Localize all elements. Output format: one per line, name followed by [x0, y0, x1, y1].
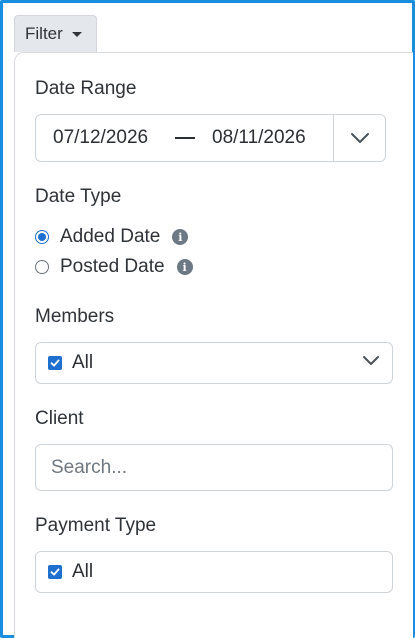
members-select[interactable]: All: [35, 342, 393, 384]
payment-type-selected-value: All: [72, 561, 94, 582]
date-range-separator: [175, 137, 195, 139]
checkmark-icon: [50, 359, 60, 367]
filter-button[interactable]: Filter: [14, 15, 97, 52]
client-search-input[interactable]: [35, 444, 393, 491]
checkmark-icon: [50, 568, 60, 576]
chevron-down-icon: [363, 356, 379, 365]
members-selected-value: All: [72, 352, 94, 373]
members-checkbox[interactable]: [48, 356, 62, 370]
date-range-toggle-button[interactable]: [333, 115, 385, 161]
filter-button-label: Filter: [25, 24, 63, 43]
info-icon[interactable]: i: [176, 259, 193, 275]
payment-type-select[interactable]: All: [35, 551, 393, 593]
date-type-label: Date Type: [35, 186, 122, 207]
date-type-option-added[interactable]: Added Date i: [35, 226, 189, 248]
date-range-picker[interactable]: 07/12/2026 08/11/2026: [35, 114, 386, 162]
radio-added-date[interactable]: [35, 230, 49, 244]
radio-added-date-label: Added Date: [60, 226, 161, 247]
chevron-down-icon: [350, 133, 369, 143]
date-range-label: Date Range: [35, 78, 137, 99]
payment-type-checkbox[interactable]: [48, 565, 62, 579]
info-icon[interactable]: i: [172, 229, 189, 245]
date-range-end[interactable]: 08/11/2026: [212, 127, 306, 149]
caret-down-icon: [71, 31, 82, 37]
radio-posted-date[interactable]: [35, 260, 49, 274]
payment-type-label: Payment Type: [35, 515, 157, 536]
client-label: Client: [35, 408, 84, 429]
date-range-start[interactable]: 07/12/2026: [53, 127, 148, 149]
date-type-option-posted[interactable]: Posted Date i: [35, 256, 193, 278]
members-label: Members: [35, 306, 115, 327]
radio-posted-date-label: Posted Date: [60, 256, 165, 277]
